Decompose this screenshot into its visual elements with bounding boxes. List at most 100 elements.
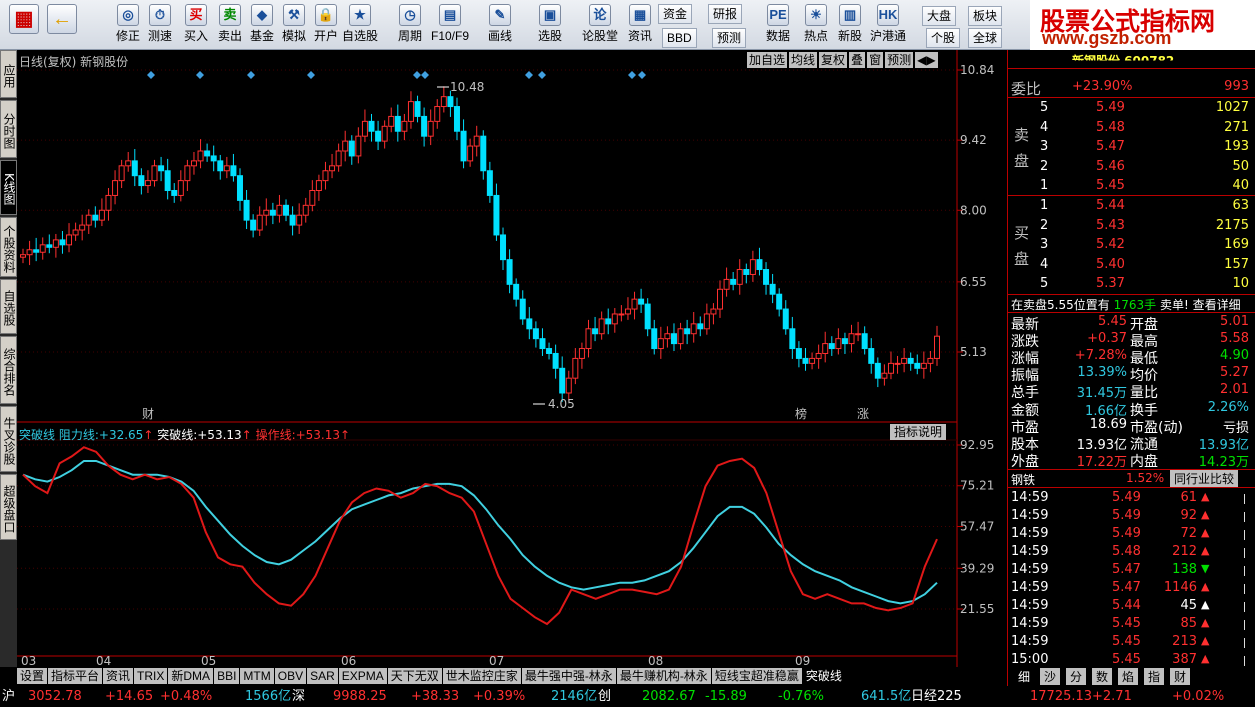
candle-body — [315, 180, 322, 192]
left-tab-2[interactable]: K线图 — [0, 160, 17, 215]
back-arrow-icon[interactable]: ← — [44, 2, 80, 48]
candle-body — [361, 120, 368, 137]
notice-text[interactable]: 在卖盘5.55位置有 1763手 卖单! 查看详细 — [1011, 296, 1241, 313]
left-tab-5[interactable]: 综合排名 — [0, 336, 17, 404]
candle-body — [381, 125, 388, 142]
toolbar-button-13[interactable]: ▦ 资讯 — [620, 2, 660, 48]
cy-index: 2082.67 — [642, 689, 696, 704]
quote-tab-4[interactable]: 焰 — [1118, 668, 1139, 685]
candle-body — [92, 214, 99, 221]
bottom-tab-12[interactable]: 最牛强中强-林永 — [521, 668, 616, 684]
compare-button[interactable]: 同行业比较 — [1170, 470, 1239, 487]
kline-button-2[interactable]: 复权 — [819, 52, 848, 68]
kline-button-0[interactable]: 加自选 — [747, 52, 788, 68]
bottom-tab-1[interactable]: 指标平台 — [48, 668, 103, 684]
toolbar-button-17[interactable]: HK 沪港通 — [868, 2, 908, 48]
candle-body — [486, 170, 493, 196]
kline-button-1[interactable]: 均线 — [789, 52, 818, 68]
left-tab-7[interactable]: 超级盘口 — [0, 474, 17, 540]
candle-body — [697, 323, 704, 330]
candle-body — [39, 244, 46, 253]
left-tab-1[interactable]: 分时图 — [0, 100, 17, 158]
month-label: 05 — [201, 654, 216, 667]
bottom-tab-7[interactable]: OBV — [274, 668, 307, 684]
bottom-tab-9[interactable]: EXPMA — [338, 668, 387, 684]
toolbar-button-12[interactable]: 论论股堂 — [580, 2, 620, 48]
bottom-tab-0[interactable]: 设置 — [17, 668, 48, 684]
kline-button-3[interactable]: 叠 — [849, 52, 866, 68]
left-tab-3[interactable]: 个股资料 — [0, 217, 17, 277]
bottom-tab-14[interactable]: 短线宝超准稳赢 — [711, 668, 802, 684]
line2-arrow-icon: ↑ — [241, 428, 252, 442]
toolbar-small-button-3[interactable]: 预测 — [712, 28, 747, 48]
quote-tab-2[interactable]: 分 — [1066, 668, 1087, 685]
toolbar-icon-14: PE — [767, 4, 789, 26]
candle-body — [546, 348, 553, 354]
bottom-tab-15[interactable]: 突破线 — [802, 668, 845, 684]
price-label: 9.42 — [960, 133, 987, 147]
bottom-tab-3[interactable]: TRIX — [134, 668, 168, 684]
candle-body — [296, 214, 303, 226]
toolbar-small-button-5[interactable]: 板块 — [968, 6, 1003, 26]
candle-body — [809, 357, 816, 364]
quote-tab-0[interactable]: 细 — [1014, 668, 1035, 685]
toolbar-small-button-2[interactable]: BBD — [662, 28, 697, 48]
left-tab-0[interactable]: 应用 — [0, 50, 17, 98]
candle-body — [874, 362, 881, 379]
quote-tab-5[interactable]: 指 — [1144, 668, 1165, 685]
toolbar-label-7: 自选股 — [341, 29, 378, 43]
candle-body — [118, 165, 125, 182]
left-tab-4[interactable]: 自选股 — [0, 279, 17, 334]
toolbar-small-button-0[interactable]: 资金 — [658, 4, 693, 24]
left-tab-6[interactable]: 牛叉诊股 — [0, 406, 17, 472]
sh-amount: 1566亿 — [245, 689, 292, 704]
bottom-tab-8[interactable]: SAR — [307, 668, 338, 684]
industry-name[interactable]: 钢铁 — [1011, 471, 1035, 488]
bottom-tab-11[interactable]: 世木监控庄家 — [442, 668, 521, 684]
toolbar-icon-10: ✎ — [489, 4, 511, 26]
toolbar-button-10[interactable]: ✎ 画线 — [480, 2, 520, 48]
bottom-tab-10[interactable]: 天下无双 — [387, 668, 442, 684]
toolbar-button-9[interactable]: ▤ F10/F9 — [430, 2, 470, 48]
candle-body — [164, 170, 171, 192]
indicator-bar: 突破线 阻力线:+32.65↑ 突破线:+53.13↑ 操作线:+53.13↑ — [19, 426, 350, 443]
candle-body — [736, 269, 743, 285]
toolbar-small-button-1[interactable]: 研报 — [708, 4, 743, 24]
chart-area[interactable]: 10.84 9.42 8.00 6.55 5.13 92.95 75.21 57.47 39.2… — [17, 50, 1007, 667]
toolbar-button-14[interactable]: PE 数据 — [758, 2, 798, 48]
signal-diamond-icon — [525, 71, 533, 79]
toolbar-button-16[interactable]: ▥ 新股 — [830, 2, 870, 48]
bottom-tab-13[interactable]: 最牛赚机构-林永 — [616, 668, 711, 684]
kline-button-4[interactable]: 窗 — [867, 52, 884, 68]
candle-body — [841, 338, 848, 345]
quote-tab-6[interactable]: 财 — [1170, 668, 1191, 685]
candle-body — [624, 308, 631, 315]
indicator-name[interactable]: 突破线 — [19, 428, 55, 442]
home-icon[interactable]: ▦ — [6, 2, 42, 48]
toolbar-small-button-7[interactable]: 全球 — [968, 28, 1003, 48]
toolbar-label-12: 论股堂 — [581, 29, 618, 43]
toolbar-button-1[interactable]: ⏱ 测速 — [140, 2, 180, 48]
toolbar-button-11[interactable]: ▣ 选股 — [530, 2, 570, 48]
candle-body — [33, 249, 40, 253]
toolbar-button-7[interactable]: ★ 自选股 — [340, 2, 380, 48]
month-label: 07 — [489, 654, 504, 667]
tick-price: 5.47 — [1112, 580, 1141, 595]
candle-body — [670, 333, 677, 345]
toolbar-small-button-6[interactable]: 个股 — [926, 28, 961, 48]
quote-tab-3[interactable]: 数 — [1092, 668, 1113, 685]
kline-menu-arrow-icon[interactable]: ◀▶ — [915, 52, 938, 68]
bottom-tab-2[interactable]: 资讯 — [103, 668, 134, 684]
bottom-tab-4[interactable]: 新DMA — [168, 668, 214, 684]
toolbar-button-8[interactable]: ◷ 周期 — [390, 2, 430, 48]
toolbar-small-button-4[interactable]: 大盘 — [922, 6, 957, 26]
bottom-tab-5[interactable]: BBI — [214, 668, 240, 684]
cy-label: 创 — [598, 689, 612, 704]
candle-body — [644, 303, 651, 330]
kline-button-5[interactable]: 预测 — [885, 52, 914, 68]
candle-body — [861, 333, 868, 350]
indicator-explain-button[interactable]: 指标说明 — [890, 424, 947, 440]
sz-amount: 2146亿 — [551, 689, 598, 704]
quote-tab-1[interactable]: 沙 — [1040, 668, 1061, 685]
bottom-tab-6[interactable]: MTM — [240, 668, 274, 684]
